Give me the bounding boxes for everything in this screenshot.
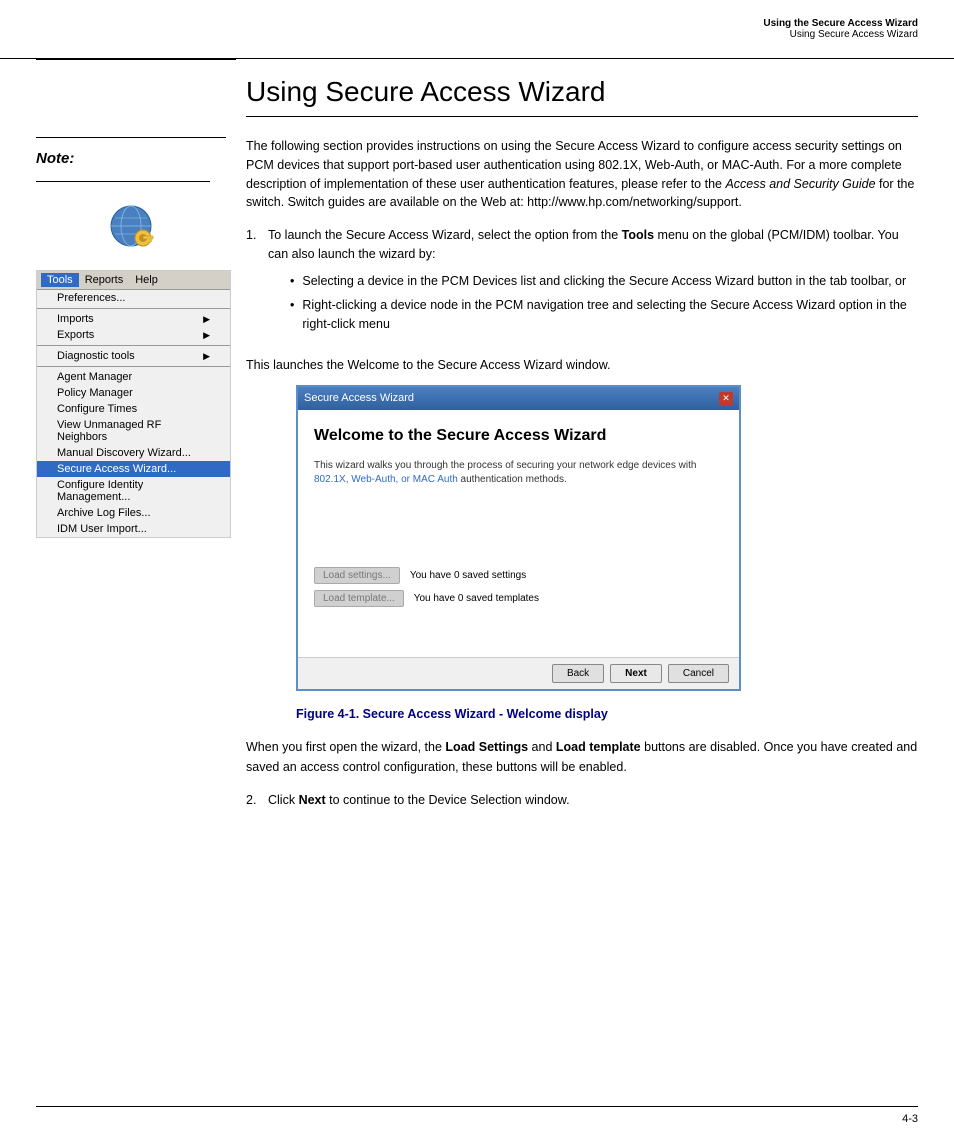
menu-divider-2 (37, 345, 230, 346)
page-footer: 4-3 (36, 1106, 918, 1125)
menu-item-archive-log[interactable]: Archive Log Files... (37, 505, 230, 521)
step2-list: 2. Click Next to continue to the Device … (246, 791, 918, 810)
back-button[interactable]: Back (552, 664, 604, 683)
tools-menu-screenshot: Tools Reports Help Preferences... Import… (36, 270, 231, 538)
step1-item: 1. To launch the Secure Access Wizard, s… (246, 226, 918, 342)
note-section: Note: (36, 137, 226, 167)
menu-item-secure-access[interactable]: Secure Access Wizard... (37, 461, 230, 477)
diagnostic-arrow: ▶ (203, 351, 210, 362)
menu-item-exports[interactable]: Exports ▶ (37, 327, 230, 343)
dialog-description: This wizard walks you through the proces… (314, 459, 723, 487)
menu-item-configure-identity[interactable]: Configure Identity Management... (37, 477, 230, 505)
page-header: Using the Secure Access Wizard Using Sec… (763, 18, 918, 40)
load-settings-button[interactable]: Load settings... (314, 567, 400, 584)
menu-item-discovery[interactable]: Manual Discovery Wizard... (37, 445, 230, 461)
cancel-button[interactable]: Cancel (668, 664, 729, 683)
para1: When you first open the wizard, the Load… (246, 738, 918, 777)
menu-bar-reports[interactable]: Reports (79, 273, 130, 287)
dialog-body: Welcome to the Secure Access Wizard This… (298, 410, 739, 627)
menu-divider-1 (37, 308, 230, 309)
bullet-list: Selecting a device in the PCM Devices li… (290, 272, 918, 334)
two-col-layout: Note: (36, 137, 918, 820)
menu-item-rf-neighbors[interactable]: View Unmanaged RF Neighbors (37, 417, 230, 445)
menu-item-agent[interactable]: Agent Manager (37, 369, 230, 385)
note-text: The following section provides instructi… (246, 137, 918, 212)
menu-item-imports[interactable]: Imports ▶ (37, 311, 230, 327)
page-title: Using Secure Access Wizard (246, 76, 918, 117)
step2-item: 2. Click Next to continue to the Device … (246, 791, 918, 810)
next-button[interactable]: Next (610, 664, 662, 683)
page-number: 4-3 (902, 1113, 918, 1125)
menu-bar-tools[interactable]: Tools (41, 273, 79, 287)
bullet-item-2: Right-clicking a device node in the PCM … (290, 296, 918, 334)
load-settings-row: Load settings... You have 0 saved settin… (314, 567, 723, 584)
dialog-footer: Back Next Cancel (298, 657, 739, 689)
note-label: Note: (36, 150, 226, 167)
menu-item-policy[interactable]: Policy Manager (37, 385, 230, 401)
load-settings-text: You have 0 saved settings (410, 568, 526, 584)
numbered-list: 1. To launch the Secure Access Wizard, s… (246, 226, 918, 342)
dialog-main-title: Welcome to the Secure Access Wizard (314, 424, 723, 449)
menu-item-diagnostic[interactable]: Diagnostic tools ▶ (37, 348, 230, 364)
load-template-button[interactable]: Load template... (314, 590, 404, 607)
menu-item-configure-times[interactable]: Configure Times (37, 401, 230, 417)
dialog-close-button[interactable]: ✕ (719, 392, 733, 406)
menu-item-idm-user[interactable]: IDM User Import... (37, 521, 230, 537)
header-line2: Using Secure Access Wizard (763, 29, 918, 40)
dialog-title-text: Secure Access Wizard (304, 390, 414, 407)
launch-text: This launches the Welcome to the Secure … (246, 356, 918, 375)
load-template-text: You have 0 saved templates (414, 591, 539, 607)
imports-arrow: ▶ (203, 314, 210, 325)
menu-bar: Tools Reports Help (37, 271, 230, 290)
main-content: Using Secure Access Wizard Note: (0, 58, 954, 820)
note-bottom-rule (36, 181, 210, 182)
dialog-titlebar: Secure Access Wizard ✕ (298, 387, 739, 410)
menu-divider-3 (37, 366, 230, 367)
menu-bar-help[interactable]: Help (129, 273, 164, 287)
exports-arrow: ▶ (203, 330, 210, 341)
wizard-dialog: Secure Access Wizard ✕ Welcome to the Se… (296, 385, 741, 691)
icon-area (36, 202, 226, 250)
header-line1: Using the Secure Access Wizard (763, 18, 918, 29)
figure-caption: Figure 4-1. Secure Access Wizard - Welco… (296, 705, 918, 724)
right-col: The following section provides instructi… (246, 137, 918, 820)
wizard-icon (107, 202, 155, 250)
menu-item-preferences[interactable]: Preferences... (37, 290, 230, 306)
left-col: Note: (36, 137, 246, 820)
load-template-row: Load template... You have 0 saved templa… (314, 590, 723, 607)
bullet-item-1: Selecting a device in the PCM Devices li… (290, 272, 918, 291)
